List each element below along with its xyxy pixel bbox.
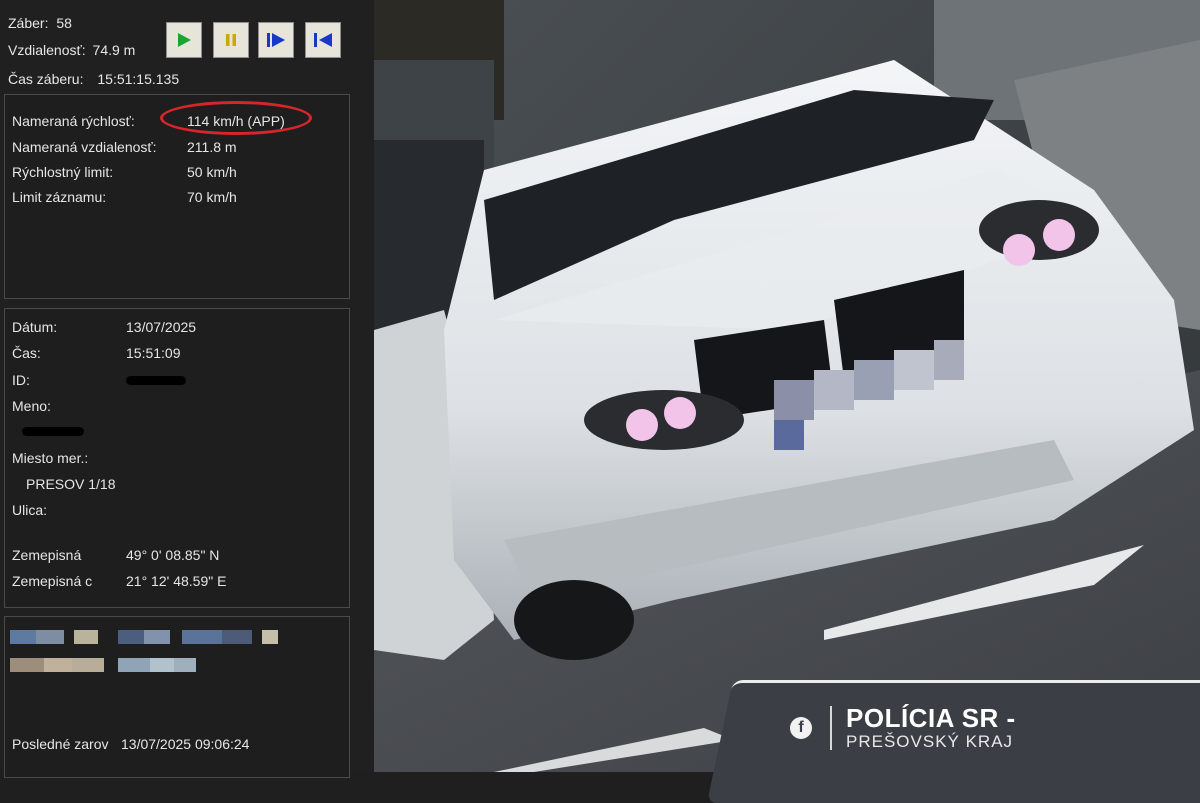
distance-value: 74.9 m — [92, 42, 136, 58]
frame-row: Záber: 58 — [8, 14, 72, 32]
watermark-title: POLÍCIA SR - — [846, 703, 1016, 733]
street-label: Ulica: — [12, 502, 48, 518]
watermark-content: f POLÍCIA SR - PREŠOVSKÝ KRAJ — [790, 703, 1016, 752]
capture-time-label: Čas záberu: — [8, 71, 84, 87]
watermark-subtitle: PREŠOVSKÝ KRAJ — [846, 732, 1014, 751]
name-label: Meno: — [12, 398, 51, 414]
play-icon — [178, 33, 191, 47]
facebook-icon: f — [790, 716, 812, 739]
next-frame-button[interactable] — [258, 22, 294, 58]
camera-photo — [374, 0, 1200, 772]
last-sync-label: Posledné zarov — [12, 736, 109, 752]
name-redaction — [22, 427, 84, 436]
record-limit-label: Limit záznamu: — [12, 189, 107, 205]
longitude-label: Zemepisná c — [12, 573, 93, 589]
id-label: ID: — [12, 372, 30, 388]
latitude-value: 49° 0' 08.85" N — [126, 547, 220, 563]
time-value: 15:51:09 — [126, 345, 181, 361]
speed-limit-value: 50 km/h — [187, 164, 237, 180]
pause-icon — [226, 34, 236, 46]
date-value: 13/07/2025 — [126, 319, 197, 335]
time-label: Čas: — [12, 345, 41, 361]
distance-row: Vzdialenosť: 74.9 m — [8, 41, 135, 59]
frame-value: 58 — [56, 15, 72, 31]
speed-limit-label: Rýchlostný limit: — [12, 164, 114, 180]
date-label: Dátum: — [12, 319, 58, 335]
distance-label: Vzdialenosť: — [8, 42, 86, 58]
place-label: Miesto mer.: — [12, 450, 89, 466]
info-panel: Záber: 58 Vzdialenosť: 74.9 m Čas záberu… — [0, 0, 374, 778]
longitude-value: 21° 12' 48.59" E — [126, 573, 227, 589]
pause-button[interactable] — [213, 22, 249, 58]
measured-distance-label: Nameraná vzdialenosť: — [12, 139, 157, 155]
car-photo-illustration — [374, 0, 1200, 772]
skip-back-icon — [314, 33, 332, 47]
speed-highlight-circle — [160, 101, 312, 135]
watermark-divider — [830, 705, 832, 750]
play-button[interactable] — [166, 22, 202, 58]
capture-time-row: Čas záberu: 15:51:15.135 — [8, 70, 179, 88]
step-forward-icon — [267, 33, 285, 47]
capture-time-value: 15:51:15.135 — [97, 71, 180, 87]
place-value: PRESOV 1/18 — [26, 476, 116, 492]
measured-speed-label: Nameraná rýchlosť: — [12, 113, 135, 129]
first-frame-button[interactable] — [305, 22, 341, 58]
last-sync-value: 13/07/2025 09:06:24 — [121, 736, 250, 752]
id-redaction — [126, 376, 186, 385]
record-limit-value: 70 km/h — [187, 189, 237, 205]
latitude-label: Zemepisná — [12, 547, 82, 563]
frame-label: Záber: — [8, 15, 49, 31]
measured-distance-value: 211.8 m — [187, 139, 237, 155]
